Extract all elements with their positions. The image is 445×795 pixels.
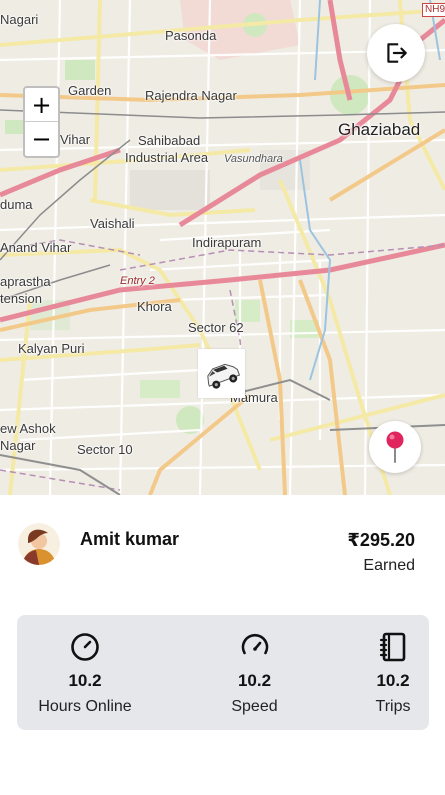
map-label-anand-vihar: Anand Vihar — [0, 240, 72, 255]
stat-label: Hours Online — [38, 698, 132, 715]
zoom-in-button[interactable]: + — [25, 88, 58, 122]
stat-value: 10.2 — [376, 671, 410, 690]
map-label-garden: Garden — [68, 83, 112, 98]
zoom-out-button[interactable]: − — [25, 122, 58, 156]
map-label-new-ashok: ew Ashok — [0, 421, 56, 436]
driver-summary: Amit kumar ₹295.20 Earned — [0, 495, 445, 605]
map-label-tension: tension — [0, 291, 42, 306]
notebook-icon — [379, 632, 406, 662]
pushpin-icon — [386, 431, 404, 463]
map-view[interactable]: Nagari Pasonda Garden Rajendra Nagar Gha… — [0, 0, 445, 495]
map-label-aprastha: aprastha — [0, 274, 51, 289]
map-label-nagar: Nagar — [0, 438, 36, 453]
stat-label: Speed — [231, 698, 278, 715]
driver-avatar-icon — [18, 523, 60, 565]
map-label-rajendra-nagar: Rajendra Nagar — [145, 88, 237, 103]
stat-value: 10.2 — [68, 671, 102, 690]
map-label-ghaziabad: Ghaziabad — [338, 120, 421, 139]
map-label-vasundhara: Vasundhara — [224, 153, 283, 165]
map-label-sector-10: Sector 10 — [77, 442, 133, 457]
map-label-khora: Khora — [137, 299, 172, 314]
map-label-nagari: Nagari — [0, 12, 39, 27]
stat-speed: 10.2 Speed — [217, 615, 292, 730]
car-marker[interactable] — [198, 349, 245, 398]
map-label-sector-62: Sector 62 — [188, 320, 244, 335]
avatar — [18, 523, 60, 565]
map-label-kalyan-puri: Kalyan Puri — [18, 341, 85, 356]
map-label-industrial-area: Industrial Area — [125, 150, 209, 165]
stats-card: 10.2 Hours Online 10.2 Speed 10.2 Trips — [17, 615, 429, 730]
stat-label: Trips — [375, 698, 411, 715]
map-label-pasonda: Pasonda — [165, 28, 217, 43]
map-label-indirapuram: Indirapuram — [192, 235, 262, 250]
map-label-duma: duma — [0, 197, 33, 212]
driver-name: Amit kumar — [80, 529, 180, 549]
stat-trips: 10.2 Trips — [367, 615, 419, 730]
zoom-control: + − — [23, 86, 60, 158]
logout-icon — [387, 43, 407, 63]
stat-hours-online: 10.2 Hours Online — [34, 615, 136, 730]
map-label-highway-shield: NH9 — [422, 3, 445, 17]
car-icon — [206, 363, 240, 389]
stat-value: 10.2 — [237, 671, 272, 690]
map-label-vaishali: Vaishali — [90, 216, 135, 231]
timer-icon — [71, 633, 99, 661]
earned-amount: ₹295.20 — [347, 530, 415, 550]
map-label-vihar: Vihar — [60, 132, 91, 147]
map-label-entry-2: Entry 2 — [120, 275, 155, 287]
earned-label: Earned — [363, 557, 415, 574]
my-location-button[interactable] — [369, 421, 421, 473]
logout-button[interactable] — [367, 24, 425, 82]
map-label-sahibabad: Sahibabad — [138, 133, 201, 148]
speedometer-icon — [241, 633, 268, 655]
